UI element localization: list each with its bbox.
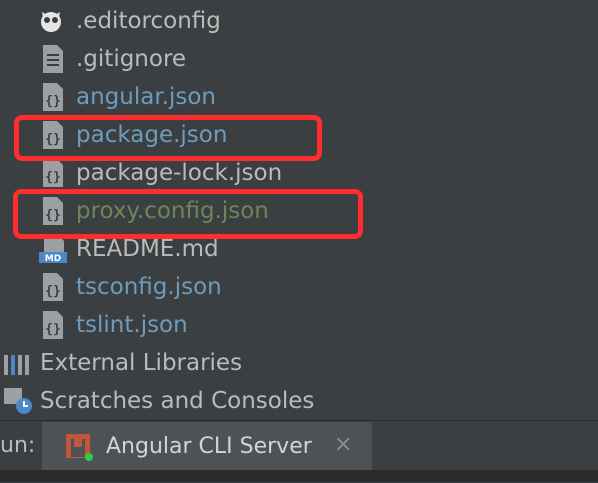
json-badge-text: {} — [45, 170, 61, 185]
tree-item-label: .editorconfig — [76, 8, 221, 34]
json-file-icon: {} — [43, 273, 63, 301]
scratches-icon — [4, 388, 32, 414]
tree-item-editorconfig[interactable]: .editorconfig — [0, 2, 598, 40]
editorconfig-icon — [41, 12, 61, 32]
tree-item-label: Scratches and Consoles — [40, 388, 315, 414]
json-badge-text: {} — [45, 94, 61, 109]
tree-item-tslint-json[interactable]: {} tslint.json — [0, 306, 598, 344]
tree-item-label: tsconfig.json — [76, 274, 222, 300]
json-file-icon: {} — [43, 311, 63, 339]
tree-item-gitignore[interactable]: .gitignore — [0, 40, 598, 78]
tree-item-label: angular.json — [76, 84, 217, 110]
tree-item-label: README.md — [76, 236, 219, 262]
angular-cli-icon — [66, 434, 93, 461]
tree-item-label: External Libraries — [40, 350, 243, 376]
json-badge-text: {} — [45, 322, 61, 337]
run-label: un: — [0, 433, 36, 458]
json-file-icon: {} — [43, 83, 63, 111]
close-icon[interactable]: × — [334, 432, 352, 457]
tree-item-scratches[interactable]: Scratches and Consoles — [0, 382, 598, 420]
tree-item-tsconfig-json[interactable]: {} tsconfig.json — [0, 268, 598, 306]
tree-item-label: .gitignore — [76, 46, 187, 72]
highlight-proxy-config-json — [13, 189, 363, 239]
tab-angular-cli-server[interactable]: Angular CLI Server × — [42, 422, 372, 473]
markdown-badge-text: MD — [45, 254, 61, 264]
highlight-package-json — [14, 115, 322, 161]
tab-title: Angular CLI Server — [106, 434, 312, 459]
project-tree: .editorconfig .gitignore {} angular.json… — [0, 0, 598, 420]
tree-item-label: package-lock.json — [76, 160, 283, 186]
tree-item-external-libraries[interactable]: External Libraries — [0, 344, 598, 382]
tree-item-label: tslint.json — [76, 312, 188, 338]
json-file-icon: {} — [43, 159, 63, 187]
console-area — [0, 470, 598, 482]
text-file-icon — [43, 45, 63, 73]
tree-item-angular-json[interactable]: {} angular.json — [0, 78, 598, 116]
library-icon — [4, 355, 29, 375]
json-badge-text: {} — [45, 284, 61, 299]
